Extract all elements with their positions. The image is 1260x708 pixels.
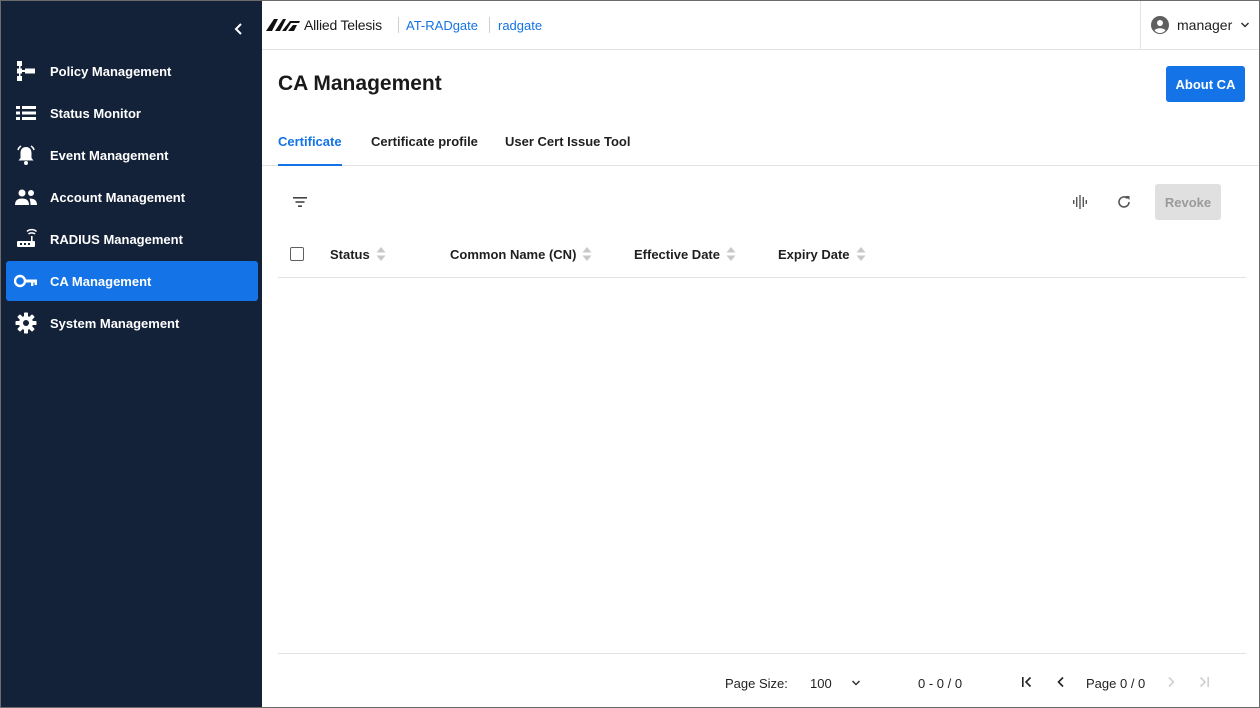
brand-logo[interactable]: Allied Telesis	[266, 15, 382, 35]
sidebar-item-label: RADIUS Management	[50, 231, 183, 247]
column-label: Common Name (CN)	[450, 246, 577, 262]
sort-icon	[726, 247, 736, 261]
column-label: Effective Date	[634, 246, 720, 262]
gear-icon	[14, 311, 38, 335]
sidebar-item-label: Account Management	[50, 189, 186, 205]
user-menu[interactable]: manager	[1140, 1, 1259, 49]
allied-telesis-logo-icon	[266, 19, 300, 31]
filter-button[interactable]	[286, 188, 314, 216]
chevron-left-icon	[234, 23, 242, 35]
sidebar-item-label: System Management	[50, 315, 180, 331]
header-separator	[398, 17, 399, 33]
key-icon	[14, 269, 38, 293]
filter-icon	[293, 197, 307, 207]
router-icon	[14, 227, 38, 251]
about-ca-button[interactable]: About CA	[1166, 66, 1245, 102]
sidebar-item-radius-management[interactable]: RADIUS Management	[6, 219, 258, 259]
next-page-button[interactable]	[1159, 670, 1183, 694]
chevron-down-icon	[851, 680, 861, 686]
pagination-bar: Page Size: 100 0 - 0 / 0 Page 0 / 0	[278, 653, 1246, 707]
header-separator	[489, 17, 490, 33]
sidebar-item-label: CA Management	[50, 273, 152, 289]
sidebar-item-ca-management[interactable]: CA Management	[6, 261, 258, 301]
app-window: Policy Management Status Monitor Event M…	[0, 0, 1260, 708]
sidebar-item-account-management[interactable]: Account Management	[6, 177, 258, 217]
user-name: manager	[1177, 17, 1233, 33]
last-page-button[interactable]	[1192, 670, 1216, 694]
sidebar-item-event-management[interactable]: Event Management	[6, 135, 258, 175]
select-all-checkbox[interactable]	[290, 247, 304, 261]
tab-user-cert-issue-tool[interactable]: User Cert Issue Tool	[505, 134, 630, 166]
sidebar: Policy Management Status Monitor Event M…	[1, 1, 262, 707]
column-label: Status	[330, 246, 370, 262]
page-size-value: 100	[810, 676, 832, 691]
previous-page-button[interactable]	[1049, 670, 1073, 694]
revoke-button[interactable]: Revoke	[1155, 184, 1221, 220]
page-size-label: Page Size:	[725, 676, 788, 691]
column-header-expiry-date[interactable]: Expiry Date	[778, 246, 866, 262]
sort-icon	[856, 247, 866, 261]
refresh-icon	[1118, 196, 1130, 208]
list-icon	[14, 101, 38, 125]
tab-certificate-profile[interactable]: Certificate profile	[371, 134, 478, 166]
sort-icon	[376, 247, 386, 261]
page-title: CA Management	[278, 72, 442, 95]
tab-bar: Certificate Certificate profile User Cer…	[262, 122, 1259, 166]
sidebar-nav: Policy Management Status Monitor Event M…	[6, 51, 258, 345]
tab-certificate[interactable]: Certificate	[278, 134, 342, 166]
record-range: 0 - 0 / 0	[918, 676, 963, 691]
host-link[interactable]: radgate	[498, 18, 542, 33]
sort-icon	[582, 247, 592, 261]
top-header: Allied Telesis AT-RADgate radgate manage…	[262, 1, 1259, 50]
policy-tree-icon	[14, 59, 38, 83]
product-link[interactable]: AT-RADgate	[406, 18, 478, 33]
audio-bars-icon	[1073, 195, 1087, 209]
column-header-common-name[interactable]: Common Name (CN)	[450, 246, 592, 262]
sidebar-item-label: Status Monitor	[50, 105, 141, 121]
column-header-effective-date[interactable]: Effective Date	[634, 246, 736, 262]
column-header-status[interactable]: Status	[330, 246, 386, 262]
column-label: Expiry Date	[778, 246, 850, 262]
sidebar-item-policy-management[interactable]: Policy Management	[6, 51, 258, 91]
sidebar-item-system-management[interactable]: System Management	[6, 303, 258, 343]
account-circle-icon	[1151, 16, 1169, 34]
chevron-down-icon	[1240, 22, 1250, 28]
certificate-table-header: Status Common Name (CN) Effective Date E…	[278, 232, 1246, 278]
column-density-button[interactable]	[1066, 188, 1094, 216]
chevron-right-icon	[1168, 676, 1175, 688]
chevron-left-icon	[1057, 676, 1064, 688]
people-icon	[14, 185, 38, 209]
collapse-sidebar-button[interactable]	[225, 15, 253, 43]
sidebar-item-label: Event Management	[50, 147, 169, 163]
first-page-button[interactable]	[1015, 670, 1039, 694]
page-indicator: Page 0 / 0	[1086, 676, 1146, 691]
last-page-icon	[1199, 676, 1209, 688]
sidebar-item-label: Policy Management	[50, 63, 172, 79]
sidebar-item-status-monitor[interactable]: Status Monitor	[6, 93, 258, 133]
brand-name: Allied Telesis	[304, 17, 382, 33]
page-size-select[interactable]: 100	[810, 670, 864, 694]
alarm-bell-icon	[14, 143, 38, 167]
first-page-icon	[1022, 676, 1032, 688]
main-content: CA Management About CA Certificate Certi…	[262, 50, 1259, 707]
refresh-button[interactable]	[1110, 188, 1138, 216]
